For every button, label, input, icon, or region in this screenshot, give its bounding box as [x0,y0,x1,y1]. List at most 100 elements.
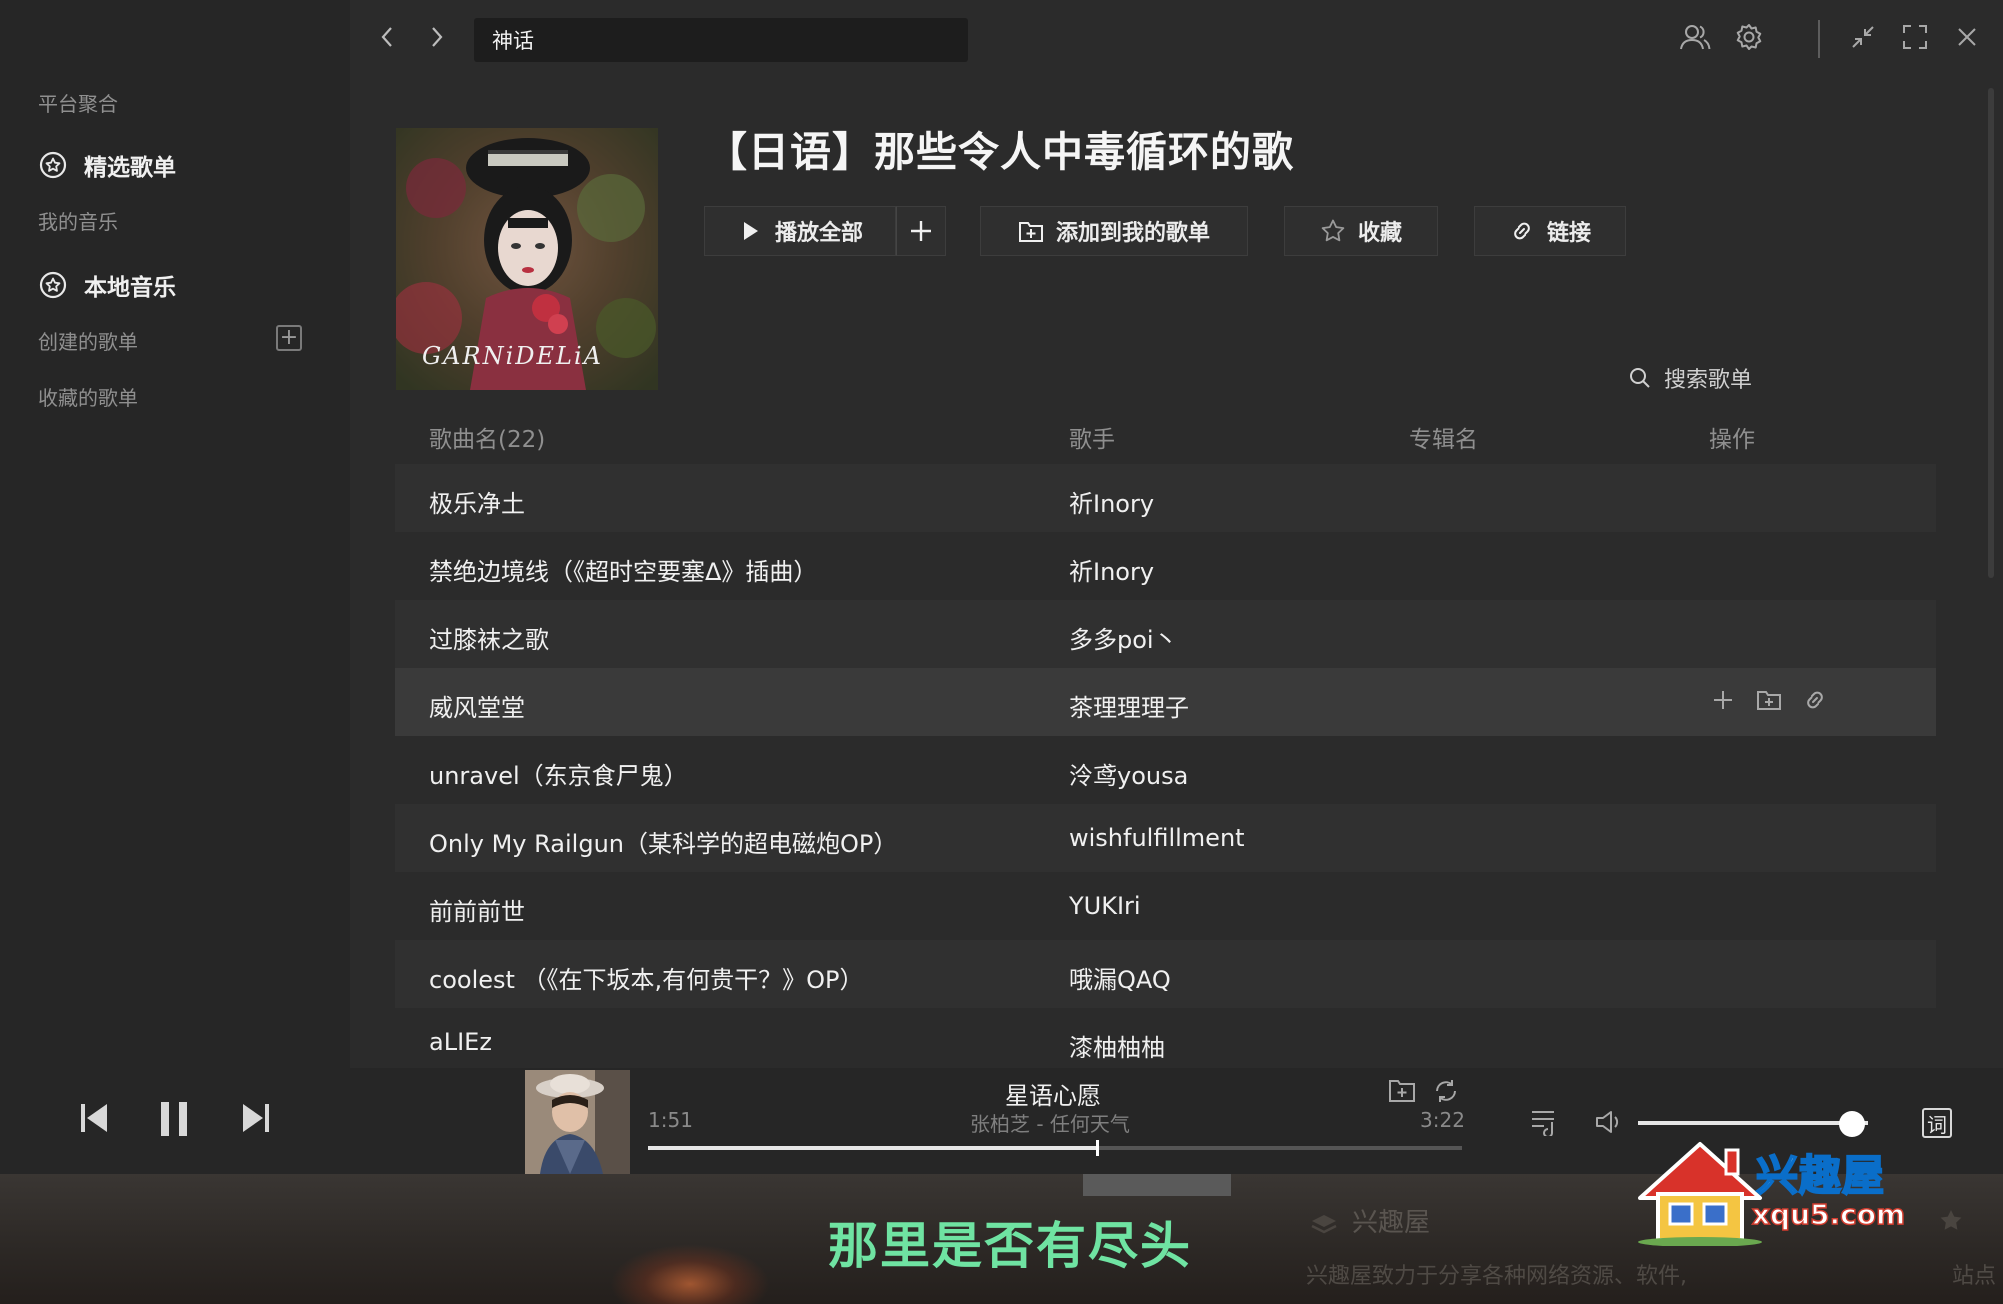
column-header-name[interactable]: 歌曲名(22) [429,420,545,454]
progress-bar[interactable] [648,1140,1462,1156]
song-artist[interactable]: 漆柚柚柚 [1069,1028,1165,1063]
repeat-icon[interactable] [1432,1078,1460,1104]
star-circle-icon [39,151,67,179]
playlist-search[interactable]: 搜索歌单 [1628,362,1752,394]
table-row[interactable]: unravel（东京食尸鬼） 泠鸢yousa [395,736,1936,804]
song-artist[interactable]: 祈Inory [1069,552,1154,587]
table-header: 歌曲名(22) 歌手 专辑名 操作 [395,410,1936,462]
playlist-title: 【日语】那些令人中毒循环的歌 [706,128,1294,176]
now-playing-artist: 张柏芝 - 任何天气 [970,1112,1130,1136]
cover-text: GARNiDELiA [422,342,603,370]
add-all-to-queue-button[interactable] [896,206,946,256]
folder-add-icon[interactable] [1388,1078,1416,1104]
close-button[interactable] [1950,20,1984,54]
play-icon [743,222,758,240]
desktop-lyric-button[interactable]: 词 [1922,1108,1952,1138]
sidebar-item-label: 精选歌单 [84,155,176,181]
sidebar-item-local-music[interactable]: 本地音乐 [38,268,176,302]
volume-slider[interactable] [1638,1121,1868,1125]
table-row[interactable]: Only My Railgun（某科学的超电磁炮OP） wishfulfillm… [395,804,1936,872]
folder-add-icon [1018,222,1043,242]
column-header-artist[interactable]: 歌手 [1069,420,1115,454]
shrink-icon [1852,26,1874,48]
song-name: 前前前世 [429,898,525,926]
song-name: coolest （《在下坂本,有何贵干？》OP） [429,966,864,994]
song-artist[interactable]: 祈Inory [1069,484,1154,519]
search-input[interactable]: 神话 [474,18,968,62]
song-artist[interactable]: 多多poi丶 [1069,620,1178,655]
column-header-ops: 操作 [1709,427,1755,453]
fullscreen-button[interactable] [1898,20,1932,54]
song-name: 威风堂堂 [429,694,525,722]
gear-icon [1736,24,1762,50]
close-icon [1958,28,1976,46]
song-artist[interactable]: 泠鸢yousa [1069,756,1188,791]
users-icon [1680,25,1711,50]
chevron-right-icon [432,27,443,47]
add-to-my-playlist-button[interactable]: 添加到我的歌单 [980,206,1248,256]
table-row[interactable]: 禁绝边境线（《超时空要塞Δ》插曲） 祈Inory [395,532,1936,600]
plus-icon [911,221,931,241]
pause-icon[interactable] [158,1100,190,1138]
light-glow [610,1244,770,1304]
user-button[interactable] [1678,20,1712,54]
song-artist[interactable]: wishfulfillment [1069,824,1245,852]
song-artist[interactable]: 茶理理理子 [1069,688,1189,723]
sidebar-group-platform: 平台聚合 [38,92,118,116]
widget-side-label: 站点 [1952,1264,1997,1289]
column-header-album[interactable]: 专辑名 [1409,420,1478,454]
song-artist[interactable]: 哦漏QAQ [1069,960,1171,995]
divider [1818,20,1820,58]
sidebar-created-playlists[interactable]: 创建的歌单 [38,326,138,355]
search-icon [1630,368,1650,388]
now-playing-cover[interactable] [525,1070,630,1174]
folder-add-icon[interactable] [1755,686,1783,714]
current-time: 1:51 [648,1108,693,1132]
album-art-image [525,1070,630,1174]
link-icon [1514,222,1530,240]
table-row[interactable]: 前前前世 YUKIri [395,872,1936,940]
add-playlist-button[interactable]: + [276,325,302,351]
forward-button[interactable] [422,22,452,52]
widget-description: 兴趣屋致力于分享各种网络资源、软件, [1306,1264,1687,1289]
link-icon[interactable] [1801,686,1829,714]
song-name: 禁绝边境线（《超时空要塞Δ》插曲） [429,558,818,586]
watermark-url: xqu5.com [1751,1197,1906,1232]
link-button[interactable]: 链接 [1474,206,1626,256]
sidebar-item-featured[interactable]: 精选歌单 [38,148,176,182]
table-row[interactable]: 威风堂堂 茶理理理子 [395,668,1936,736]
sidebar: 平台聚合 精选歌单 我的音乐 本地音乐 创建的歌单 + 收藏的歌单 [0,0,350,1068]
link-label: 链接 [1546,221,1591,246]
play-all-button[interactable]: 播放全部 [704,206,896,256]
sidebar-collected-playlists[interactable]: 收藏的歌单 [38,382,138,411]
previous-track-icon[interactable] [78,1100,110,1136]
table-row[interactable]: 极乐净土 祈Inory [395,464,1936,532]
table-row[interactable]: aLIEz 漆柚柚柚 [395,1008,1936,1068]
volume-icon[interactable] [1594,1108,1624,1136]
song-name: aLIEz [429,1028,492,1056]
playlist-queue-icon[interactable] [1530,1108,1560,1136]
settings-button[interactable] [1732,20,1766,54]
progress-handle[interactable] [1095,1140,1099,1156]
table-row[interactable]: 过膝袜之歌 多多poi丶 [395,600,1936,668]
desktop-tab [1083,1174,1231,1196]
minimize-button[interactable] [1846,20,1880,54]
plus-icon[interactable] [1709,686,1737,714]
song-artist[interactable]: YUKIri [1069,892,1141,920]
row-actions [1709,686,1829,714]
total-time: 3:22 [1420,1108,1465,1132]
table-row[interactable]: coolest （《在下坂本,有何贵干？》OP） 哦漏QAQ [395,940,1936,1008]
sidebar-item-label: 本地音乐 [84,275,176,301]
next-track-icon[interactable] [240,1100,272,1136]
scrollbar[interactable] [1988,88,1994,578]
song-name: unravel（东京食尸鬼） [429,762,688,790]
song-name: 过膝袜之歌 [429,626,549,654]
volume-handle[interactable] [1838,1111,1865,1137]
watermark-name: 兴趣屋 [1755,1150,1886,1201]
collect-button[interactable]: 收藏 [1284,206,1438,256]
song-name: Only My Railgun（某科学的超电磁炮OP） [429,830,898,858]
collect-label: 收藏 [1357,221,1402,246]
play-all-label: 播放全部 [774,221,863,246]
star-icon [1321,219,1345,242]
back-button[interactable] [372,22,402,52]
